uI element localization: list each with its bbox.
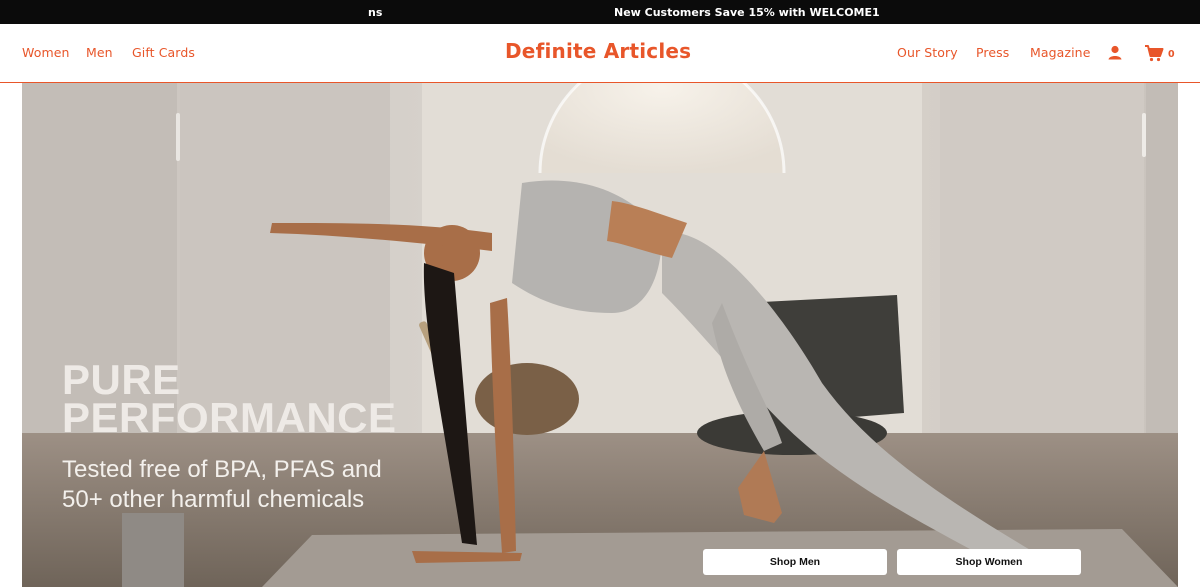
nav-women[interactable]: Women [22,45,70,60]
announcement-bar: ns New Customers Save 15% with WELCOME1 [0,0,1200,24]
hero-subtext: Tested free of BPA, PFAS and 50+ other h… [62,456,382,513]
brand-logo[interactable]: Definite Articles [505,39,691,63]
site-header: Women Men Gift Cards Definite Articles O… [0,24,1200,83]
cart-icon[interactable] [1143,42,1165,64]
nav-our-story[interactable]: Our Story [897,45,958,60]
hero-headline-line2: PERFORMANCE [62,394,397,441]
announcement-message: New Customers Save 15% with WELCOME1 [614,6,880,19]
user-icon[interactable] [1104,42,1126,64]
hero-headline: PURE PERFORMANCE [62,359,397,441]
nav-men[interactable]: Men [86,45,113,60]
shop-women-button[interactable]: Shop Women [897,549,1081,575]
announcement-fragment: ns [368,6,383,19]
cart-count: 0 [1168,49,1175,60]
nav-press[interactable]: Press [976,45,1009,60]
shop-men-button[interactable]: Shop Men [703,549,887,575]
nav-gift-cards[interactable]: Gift Cards [132,45,195,60]
nav-magazine[interactable]: Magazine [1030,45,1091,60]
hero-banner: PURE PERFORMANCE Tested free of BPA, PFA… [22,83,1178,587]
